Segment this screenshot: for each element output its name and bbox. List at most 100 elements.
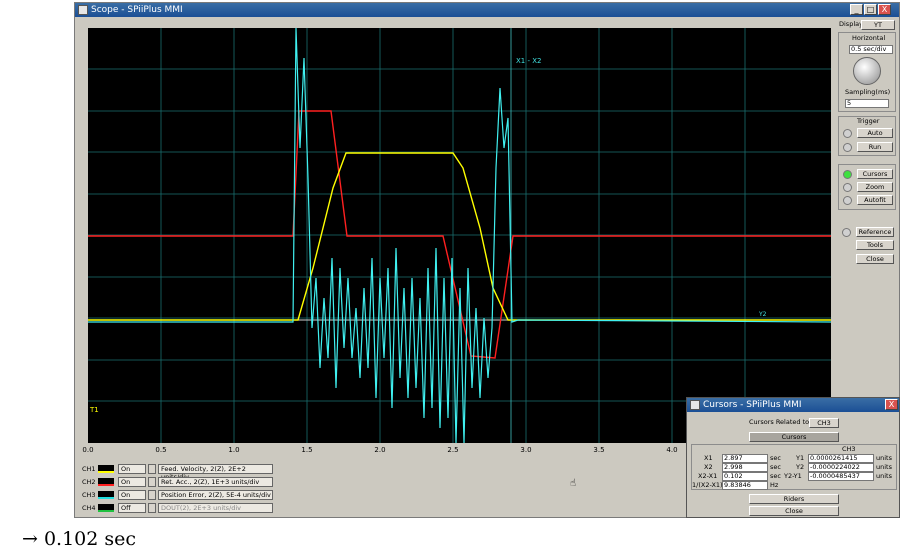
dx-label: X2-X1 xyxy=(698,472,718,480)
cursors-titlebar[interactable]: Cursors - SPiiPlus MMI X xyxy=(687,398,899,412)
color-swatch xyxy=(98,478,114,486)
t1-marker: T1 xyxy=(89,406,99,414)
display-select[interactable]: YT xyxy=(861,20,895,30)
channel-desc[interactable]: Feed. Velocity, 2(Z), 2E+2 units/div xyxy=(158,464,273,481)
x1-value[interactable]: 2.897 xyxy=(722,454,768,463)
zoom-led xyxy=(843,183,852,192)
trigger-group: Trigger Auto Run xyxy=(838,116,896,156)
chevron-down-icon[interactable] xyxy=(148,464,156,474)
cursors-led xyxy=(843,170,852,179)
scope-plot[interactable]: X1 - X2 T1 Y2 xyxy=(88,27,832,444)
channel-id: CH1 xyxy=(82,465,96,473)
channel-row-ch2[interactable]: CH2 On Ret. Acc., 2(Z), 1E+3 units/div xyxy=(80,476,275,488)
window-title: Scope - SPiiPlus MMI xyxy=(91,5,183,15)
channel-state[interactable]: On xyxy=(118,464,146,474)
close-button[interactable]: Close xyxy=(749,506,839,516)
reference-led xyxy=(842,228,851,237)
channel-desc[interactable]: Ret. Acc., 2(Z), 1E+3 units/div xyxy=(158,477,273,487)
mouse-cursor-icon: ☝ xyxy=(570,478,577,489)
channel-desc[interactable]: DOUT(2), 2E+3 units/div xyxy=(158,503,273,513)
plot-svg: X1 - X2 T1 Y2 xyxy=(88,27,832,444)
chevron-down-icon[interactable] xyxy=(148,477,156,487)
tools-button[interactable]: Tools xyxy=(856,240,894,250)
cursors-group: Cursors Zoom Autofit xyxy=(838,164,896,210)
color-swatch xyxy=(98,491,114,499)
x2-value[interactable]: 2.998 xyxy=(722,463,768,472)
dy-label: Y2-Y1 xyxy=(784,472,802,480)
channel-row-ch1[interactable]: CH1 On Feed. Velocity, 2(Z), 2E+2 units/… xyxy=(80,463,275,481)
knob-dial[interactable] xyxy=(853,57,881,85)
horizontal-value[interactable]: 0.5 sec/div xyxy=(849,45,893,54)
channel-id: CH2 xyxy=(82,478,96,486)
channel-header: CH3 xyxy=(842,445,856,453)
x-tick: 3.5 xyxy=(593,446,605,454)
x2-unit: sec xyxy=(770,463,781,471)
channel-state[interactable]: On xyxy=(118,477,146,487)
x1-label: X1 xyxy=(704,454,713,462)
x-tick: 2.0 xyxy=(374,446,386,454)
display-label: Display xyxy=(839,20,863,28)
result-annotation: → 0.102 sec xyxy=(22,528,137,550)
autofit-button[interactable]: Autofit xyxy=(857,195,893,205)
x2-label: X2 xyxy=(704,463,713,471)
sampling-label: Sampling(ms) xyxy=(845,88,891,96)
maximize-button[interactable]: □ xyxy=(864,4,877,15)
inv-unit: Hz xyxy=(770,481,779,489)
color-swatch xyxy=(98,465,114,473)
app-icon xyxy=(690,400,700,410)
x-tick: 2.5 xyxy=(447,446,459,454)
x-tick: 0.0 xyxy=(82,446,94,454)
x-tick: 0.5 xyxy=(155,446,167,454)
cursors-title: Cursors - SPiiPlus MMI xyxy=(703,400,802,410)
readout-group: CH3 X1 2.897 sec X2 2.998 sec X2-X1 0.10… xyxy=(691,444,897,490)
x-tick: 3.0 xyxy=(520,446,532,454)
autofit-led xyxy=(843,196,852,205)
y2-value[interactable]: -0.0000224022 xyxy=(808,463,874,472)
sampling-input[interactable]: 5 xyxy=(845,99,889,108)
channel-row-ch4[interactable]: CH4 Off DOUT(2), 2E+3 units/div xyxy=(80,502,275,514)
cursors-button[interactable]: Cursors xyxy=(857,169,893,179)
riders-button[interactable]: Riders xyxy=(749,494,839,504)
dy-value[interactable]: -0.0000485437 xyxy=(808,472,874,481)
run-led xyxy=(843,143,852,152)
color-swatch xyxy=(98,504,114,512)
close-window-button[interactable]: X xyxy=(878,4,891,15)
run-button[interactable]: Run xyxy=(857,142,893,152)
channel-row-ch3[interactable]: CH3 On Position Error, 2(Z), 5E-4 units/… xyxy=(80,489,275,501)
chevron-down-icon[interactable] xyxy=(148,503,156,513)
horizontal-label: Horizontal xyxy=(852,34,886,42)
related-label: Cursors Related to xyxy=(749,418,810,426)
close-scope-button[interactable]: Close xyxy=(856,254,894,264)
cursors-dialog: Cursors - SPiiPlus MMI X Cursors Related… xyxy=(686,397,900,518)
auto-button[interactable]: Auto xyxy=(857,128,893,138)
reference-button[interactable]: Reference xyxy=(856,227,894,237)
y1-value[interactable]: 0.0000261415 xyxy=(808,454,874,463)
scope-titlebar[interactable]: Scope - SPiiPlus MMI _ □ X xyxy=(75,3,899,17)
channel-state[interactable]: On xyxy=(118,490,146,500)
horizontal-group: Horizontal 0.5 sec/div Sampling(ms) 5 xyxy=(838,32,896,112)
dx-value[interactable]: 0.102 xyxy=(722,472,768,481)
zoom-button[interactable]: Zoom xyxy=(857,182,893,192)
inv-value[interactable]: 9.83846 xyxy=(722,481,768,490)
control-panel: Display YT Horizontal 0.5 sec/div Sampli… xyxy=(835,18,898,268)
y1-label: Y1 xyxy=(796,454,805,462)
cursor-label: X1 - X2 xyxy=(516,57,541,65)
y1-unit: units xyxy=(876,454,892,462)
y2-marker: Y2 xyxy=(758,311,767,318)
auto-led xyxy=(843,129,852,138)
cursors-toggle-button[interactable]: Cursors xyxy=(749,432,839,442)
inv-label: 1/(X2-X1) xyxy=(692,481,723,489)
minimize-button[interactable]: _ xyxy=(850,4,863,15)
x-tick: 4.0 xyxy=(666,446,678,454)
app-icon xyxy=(78,5,88,15)
y2-unit: units xyxy=(876,463,892,471)
trigger-label: Trigger xyxy=(857,117,880,125)
dy-unit: units xyxy=(876,472,892,480)
close-cursors-button[interactable]: X xyxy=(885,399,898,410)
x1-unit: sec xyxy=(770,454,781,462)
chevron-down-icon[interactable] xyxy=(148,490,156,500)
dx-unit: sec xyxy=(770,472,781,480)
channel-desc[interactable]: Position Error, 2(Z), 5E-4 units/div xyxy=(158,490,273,500)
channel-state[interactable]: Off xyxy=(118,503,146,513)
related-select[interactable]: CH3 xyxy=(809,418,839,428)
